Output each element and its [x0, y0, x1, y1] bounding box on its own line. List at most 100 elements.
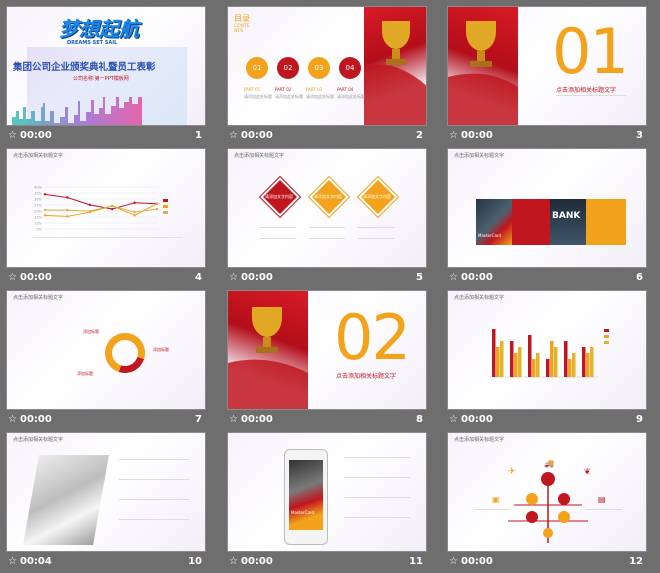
data-point [43, 208, 47, 212]
transition-star-icon[interactable]: ☆ [449, 414, 458, 425]
y-tick-label: 15% [34, 216, 42, 220]
transition-star-icon[interactable]: ☆ [229, 556, 238, 567]
truck-icon: 🚚 [544, 459, 554, 468]
diamond-1-text: 请添加文字内容 [265, 194, 293, 199]
slide-10-body-1 [119, 459, 189, 472]
toc-circle-3[interactable]: 03 [308, 57, 330, 79]
slide-2-canvas[interactable]: 目录 CONTE NTS 01 02 03 04 PART 01 PART 02… [227, 6, 427, 126]
donut-label-3: 添加标题 [77, 371, 93, 376]
red-panel [512, 199, 550, 245]
series-line [44, 193, 158, 210]
bar [582, 347, 586, 377]
slide-5-canvas[interactable]: 点击添加相关标题文字 请添加文字内容 请添加文字内容 请添加文字内容 [227, 148, 427, 268]
transition-star-icon[interactable]: ☆ [229, 130, 238, 141]
slide-thumb-1[interactable]: 梦想起航 DREAMS SET SAIL 集团公司企业颁奖典礼暨员工表彰 公司名… [6, 6, 206, 147]
bar [496, 347, 500, 377]
slide-4-canvas[interactable]: 点击添加相关标题文字 40% 35% 30% 25% 20% 15% 10% 5% [6, 148, 206, 268]
slide-3-canvas[interactable]: 01 点击添加相关标题文字 [447, 6, 647, 126]
slide-thumb-7[interactable]: 点击添加相关标题文字 添加标题 添加标题 添加标题 ☆ 00:00 7 [6, 290, 206, 431]
slide-10-body-4 [119, 519, 189, 532]
trophy-image [228, 291, 308, 409]
slide-1-time: 00:00 [20, 130, 52, 141]
toc-part-3: PART 03 [306, 87, 323, 92]
donut-slice [125, 333, 145, 360]
transition-star-icon[interactable]: ☆ [8, 130, 17, 141]
y-tick-label: 30% [34, 198, 42, 202]
bar [550, 341, 554, 377]
legend-swatch [604, 329, 609, 332]
slide-6-time: 00:00 [461, 272, 493, 283]
slide-1-subtitle-en: DREAMS SET SAIL [67, 40, 118, 46]
bar [554, 347, 558, 377]
slide-thumb-8[interactable]: 02 点击添加相关标题文字 ☆ 00:00 8 [227, 290, 427, 431]
slide-12-time: 00:00 [461, 556, 493, 567]
slide-thumb-9[interactable]: 点击添加相关标题文字 ☆ 00:00 9 [447, 290, 647, 431]
data-point [133, 211, 136, 214]
slide-11-canvas[interactable]: MasterCard [227, 432, 427, 552]
slide-thumb-4[interactable]: 点击添加相关标题文字 40% 35% 30% 25% 20% 15% 10% 5% ☆ 00:… [6, 148, 206, 289]
toc-part-4: PART 04 [337, 87, 354, 92]
bar [510, 341, 514, 377]
transition-star-icon[interactable]: ☆ [449, 130, 458, 141]
diamond-3-body [358, 227, 394, 239]
bank-photo [550, 199, 586, 245]
slide-4-notes [33, 237, 183, 238]
tree-diagram [508, 472, 588, 543]
slide-1-title: 梦想起航 [59, 17, 139, 41]
data-point [133, 214, 136, 217]
donut-label-1: 添加标题 [83, 329, 99, 334]
slide-7-number: 7 [195, 414, 202, 425]
trophy-image [364, 7, 426, 125]
bar [546, 359, 550, 377]
donut-slice [118, 357, 145, 373]
slide-thumb-5[interactable]: 点击添加相关标题文字 请添加文字内容 请添加文字内容 请添加文字内容 ☆ 00:… [227, 148, 427, 289]
slide-thumb-11[interactable]: MasterCard ☆ 00:00 11 [227, 432, 427, 573]
slide-8-canvas[interactable]: 02 点击添加相关标题文字 [227, 290, 427, 410]
transition-star-icon[interactable]: ☆ [449, 272, 458, 283]
slide-thumb-3[interactable]: 01 点击添加相关标题文字 ☆ 00:00 3 [447, 6, 647, 147]
y-tick-label: 40% [34, 186, 42, 190]
slide-10-time: 00:04 [20, 556, 52, 567]
transition-star-icon[interactable]: ☆ [8, 414, 17, 425]
orange-panel [586, 199, 626, 245]
leaf-icon: ❦ [584, 467, 591, 476]
donut-label-2: 添加标题 [153, 347, 169, 352]
bar [532, 359, 536, 377]
slide-thumb-2[interactable]: 目录 CONTE NTS 01 02 03 04 PART 01 PART 02… [227, 6, 427, 147]
slide-thumb-6[interactable]: 点击添加相关标题文字 MasterCard BANK ☆ 00:00 6 [447, 148, 647, 289]
slide-7-canvas[interactable]: 点击添加相关标题文字 添加标题 添加标题 添加标题 [6, 290, 206, 410]
slide-6-canvas[interactable]: 点击添加相关标题文字 MasterCard BANK [447, 148, 647, 268]
phone-card-label: MasterCard [291, 510, 315, 515]
legend-swatch [604, 335, 609, 338]
transition-star-icon[interactable]: ☆ [8, 272, 17, 283]
y-tick-label: 5% [36, 228, 42, 232]
data-point [111, 207, 114, 211]
toc-circle-1[interactable]: 01 [246, 57, 268, 79]
slide-8-number: 8 [416, 414, 423, 425]
legend-swatch [163, 205, 168, 208]
slide-7-time: 00:00 [20, 414, 52, 425]
slide-thumb-12[interactable]: 点击添加相关标题文字 ✈ 🚚 ❦ ▣ ▤ ☆ 00:00 12 [447, 432, 647, 573]
slide-12-canvas[interactable]: 点击添加相关标题文字 ✈ 🚚 ❦ ▣ ▤ [447, 432, 647, 552]
toc-circle-2[interactable]: 02 [277, 57, 299, 79]
y-tick-label: 25% [34, 204, 42, 208]
transition-star-icon[interactable]: ☆ [229, 272, 238, 283]
slide-11-body-1 [344, 457, 410, 470]
slide-3-number: 3 [636, 130, 643, 141]
slide-10-canvas[interactable]: 点击添加相关标题文字 [6, 432, 206, 552]
slide-1-canvas[interactable]: 梦想起航 DREAMS SET SAIL 集团公司企业颁奖典礼暨员工表彰 公司名… [6, 6, 206, 126]
slide-3-body [556, 95, 626, 96]
toc-circle-4[interactable]: 04 [339, 57, 361, 79]
trophy-image [448, 7, 518, 125]
transition-star-icon[interactable]: ☆ [8, 556, 17, 567]
bar [518, 347, 522, 377]
slide-thumb-10[interactable]: 点击添加相关标题文字 ☆ 00:04 10 [6, 432, 206, 573]
toc-part-sub-2: 请添加此处标题 [275, 94, 303, 99]
transition-star-icon[interactable]: ☆ [449, 556, 458, 567]
slide-9-canvas[interactable]: 点击添加相关标题文字 [447, 290, 647, 410]
bar [572, 353, 576, 377]
transition-star-icon[interactable]: ☆ [229, 414, 238, 425]
slide-8-time: 00:00 [241, 414, 273, 425]
slide-2-toc-en: CONTE NTS [234, 24, 250, 34]
slide-11-body-4 [344, 517, 410, 530]
